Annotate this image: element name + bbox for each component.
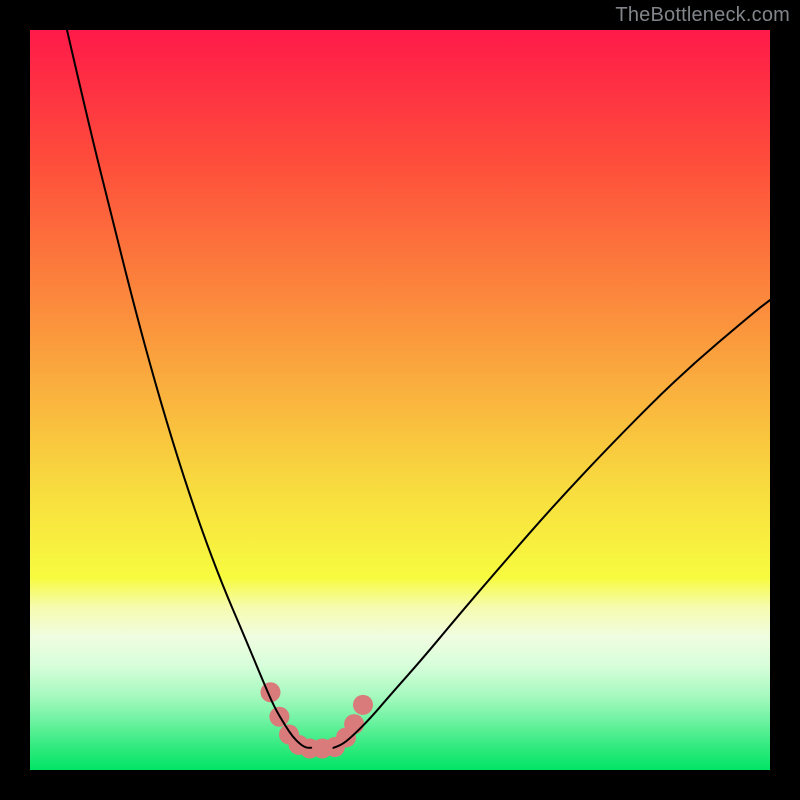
attribution-label: TheBottleneck.com	[615, 4, 790, 27]
chart-frame: TheBottleneck.com	[0, 0, 800, 800]
gradient-background	[30, 30, 770, 770]
valley-dot	[353, 695, 373, 715]
valley-dot	[344, 714, 364, 734]
bottleneck-plot	[30, 30, 770, 770]
